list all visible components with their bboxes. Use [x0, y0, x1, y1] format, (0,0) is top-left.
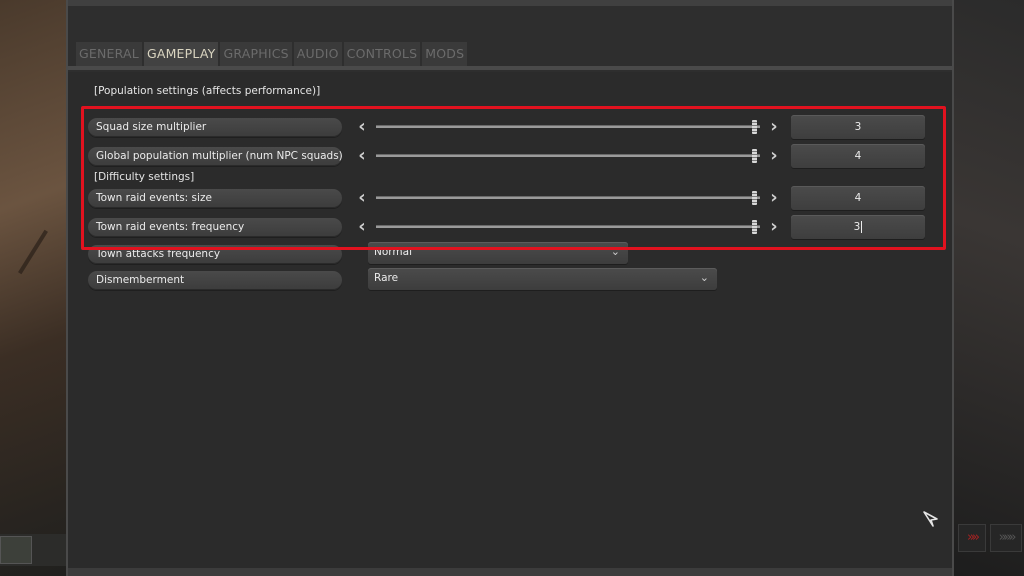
background-right [954, 0, 1024, 576]
chevron-left-icon[interactable]: ‹ [355, 147, 369, 165]
fast-forward-icon[interactable]: »» [958, 524, 986, 552]
tab-controls[interactable]: CONTROLS [343, 42, 421, 66]
slider-thumb-raid-size[interactable] [752, 191, 757, 205]
chevron-left-icon[interactable]: ‹ [355, 118, 369, 136]
hud-chip [0, 536, 32, 564]
dropdown-label-dismemberment: Dismemberment [88, 271, 342, 290]
slider-track-global-population[interactable] [376, 154, 760, 157]
chevron-down-icon: ⌄ [610, 245, 620, 258]
tab-audio[interactable]: AUDIO [293, 42, 342, 66]
dropdown-value: Rare [374, 272, 399, 284]
chevron-right-icon[interactable]: › [767, 218, 781, 236]
tab-gameplay[interactable]: GAMEPLAY [143, 42, 219, 66]
slider-label-raid-frequency: Town raid events: frequency [88, 218, 342, 237]
value-field-squad-size[interactable]: 3 [791, 115, 925, 139]
section-difficulty-heading: [Difficulty settings] [94, 171, 195, 183]
chevron-right-icon[interactable]: › [767, 189, 781, 207]
chevron-left-icon[interactable]: ‹ [355, 218, 369, 236]
slider-track-squad-size[interactable] [376, 125, 760, 128]
slider-label-squad-size: Squad size multiplier [88, 118, 342, 137]
text-caret [861, 221, 863, 233]
chevron-down-icon: ⌄ [699, 271, 709, 284]
value-text: 3 [853, 221, 861, 233]
slider-thumb-squad-size[interactable] [752, 120, 757, 134]
slider-label-raid-size: Town raid events: size [88, 189, 342, 208]
slider-track-raid-size[interactable] [376, 196, 760, 199]
tab-general[interactable]: GENERAL [76, 42, 142, 66]
hud-bottom-left [0, 534, 66, 566]
chevron-right-icon[interactable]: › [767, 118, 781, 136]
slider-thumb-raid-frequency[interactable] [752, 220, 757, 234]
window-title-strip [68, 0, 952, 6]
slider-label-global-population: Global population multiplier (num NPC sq… [88, 147, 342, 166]
chevron-left-icon[interactable]: ‹ [355, 189, 369, 207]
tab-bar: GENERAL GAMEPLAY GRAPHICS AUDIO CONTROLS… [76, 42, 468, 66]
fastest-forward-icon[interactable]: »»» [990, 524, 1022, 552]
tab-graphics[interactable]: GRAPHICS [220, 42, 292, 66]
dropdown-value: Normal [374, 246, 412, 258]
value-field-global-population[interactable]: 4 [791, 144, 925, 168]
pointer-cursor-icon [923, 511, 938, 527]
window-bottom-strip [68, 568, 952, 576]
tab-mods[interactable]: MODS [422, 42, 468, 66]
section-population-heading: [Population settings (affects performanc… [94, 85, 321, 97]
dropdown-label-town-attacks: Town attacks frequency [88, 245, 342, 264]
slider-track-raid-frequency[interactable] [376, 225, 760, 228]
slider-thumb-global-population[interactable] [752, 149, 757, 163]
dropdown-dismemberment[interactable]: Rare ⌄ [368, 268, 717, 290]
tab-underline [68, 66, 952, 70]
dropdown-town-attacks[interactable]: Normal ⌄ [368, 242, 628, 264]
value-field-raid-frequency[interactable]: 3 [791, 215, 925, 239]
chevron-right-icon[interactable]: › [767, 147, 781, 165]
hud-speed-controls: »» »»» [958, 524, 1022, 552]
background-left [0, 0, 66, 576]
value-field-raid-size[interactable]: 4 [791, 186, 925, 210]
